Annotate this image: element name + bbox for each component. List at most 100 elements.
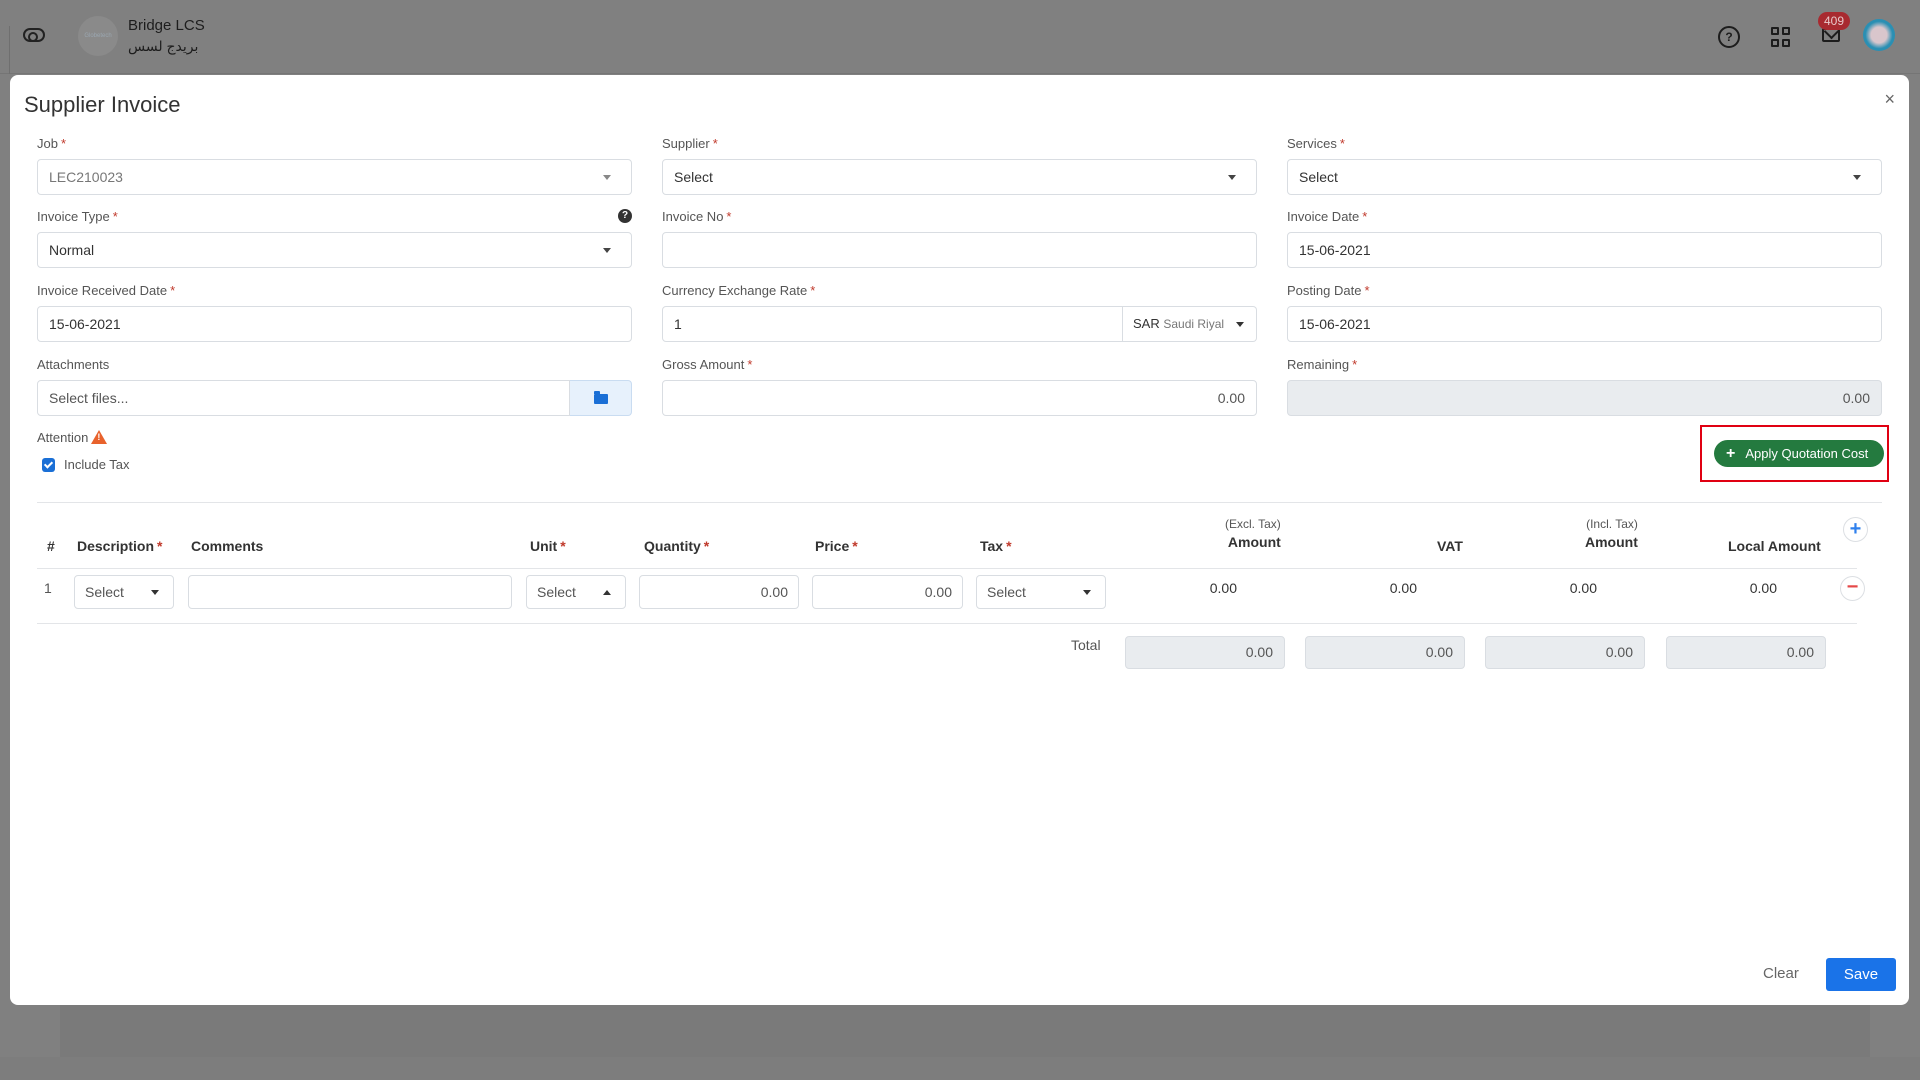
invoice-no-label: Invoice No *: [662, 209, 732, 224]
browse-files-button[interactable]: [570, 380, 632, 416]
remaining-input: 0.00: [1287, 380, 1882, 416]
total-local-amount: 0.00: [1666, 636, 1826, 669]
price-input[interactable]: 0.00: [812, 575, 963, 609]
close-icon[interactable]: ×: [1884, 89, 1895, 110]
background-panel: [60, 1005, 1870, 1057]
currency-select[interactable]: SAR Saudi Riyal: [1123, 306, 1257, 342]
chevron-down-icon: [1083, 590, 1091, 595]
sidebar-toggle-icon[interactable]: [23, 28, 45, 42]
services-select[interactable]: Select: [1287, 159, 1882, 195]
col-header-comments: Comments: [191, 538, 264, 554]
invoice-no-field: Invoice No *: [662, 208, 1257, 268]
gross-amount-input[interactable]: 0.00: [662, 380, 1257, 416]
invoice-date-label: Invoice Date *: [1287, 209, 1368, 224]
invoice-received-date-field: Invoice Received Date * 15-06-2021: [37, 282, 632, 342]
row-vat: 0.00: [1389, 580, 1417, 596]
clear-button[interactable]: Clear: [1763, 965, 1799, 982]
row-divider: [37, 623, 1857, 624]
row-index: 1: [44, 580, 52, 596]
col-header-description: Description *: [77, 538, 163, 554]
col-header-tax: Tax *: [980, 538, 1012, 554]
currency-input-group: 1 SAR Saudi Riyal: [662, 306, 1257, 342]
add-row-button[interactable]: +: [1843, 517, 1868, 542]
currency-exchange-rate-field: Currency Exchange Rate * 1 SAR Saudi Riya…: [662, 282, 1257, 342]
services-label: Services *: [1287, 136, 1345, 151]
total-amount-excl: 0.00: [1125, 636, 1285, 669]
col-header-local-amount: Local Amount: [1728, 538, 1821, 554]
mail-icon[interactable]: [1822, 28, 1840, 42]
remaining-field: Remaining * 0.00: [1287, 356, 1882, 416]
app-header: Globetech Bridge LCS بريدج لسس ? 409: [0, 0, 1920, 74]
folder-open-icon: [594, 391, 608, 404]
user-avatar[interactable]: [1863, 19, 1895, 51]
invoice-received-date-input[interactable]: 15-06-2021: [37, 306, 632, 342]
exchange-rate-input[interactable]: 1: [662, 306, 1123, 342]
company-name: Bridge LCS: [128, 17, 205, 34]
total-vat: 0.00: [1305, 636, 1465, 669]
col-header-price: Price *: [815, 538, 858, 554]
currency-exchange-rate-label: Currency Exchange Rate *: [662, 283, 816, 298]
invoice-date-input[interactable]: 15-06-2021: [1287, 232, 1882, 268]
help-icon[interactable]: ?: [1718, 26, 1740, 48]
apply-quotation-cost-button[interactable]: + Apply Quotation Cost: [1714, 440, 1884, 467]
supplier-select[interactable]: Select: [662, 159, 1257, 195]
col-header-unit: Unit *: [530, 538, 566, 554]
remove-row-button[interactable]: −: [1840, 576, 1865, 601]
row-local-amount: 0.00: [1749, 580, 1777, 596]
col-header-index: #: [47, 538, 55, 554]
col-header-amount-incl: (Incl. Tax) Amount: [1585, 517, 1638, 550]
checkbox-checked-icon[interactable]: [42, 457, 55, 472]
modal-title: Supplier Invoice: [24, 92, 181, 117]
attention-label: Attention: [37, 430, 108, 445]
question-circle-icon[interactable]: ?: [618, 209, 632, 223]
total-amount-incl: 0.00: [1485, 636, 1645, 669]
invoice-received-date-label: Invoice Received Date *: [37, 283, 176, 298]
invoice-date-field: Invoice Date * 15-06-2021: [1287, 208, 1882, 268]
background-footer: [0, 1057, 1920, 1080]
notification-badge: 409: [1818, 12, 1851, 30]
invoice-no-input[interactable]: [662, 232, 1257, 268]
attachments-input-group: Select files...: [37, 380, 632, 416]
company-logo: Globetech: [78, 16, 118, 56]
remaining-label: Remaining *: [1287, 357, 1358, 372]
divider: [9, 26, 10, 74]
save-button[interactable]: Save: [1826, 958, 1896, 991]
plus-icon: +: [1726, 445, 1736, 462]
invoice-type-select[interactable]: Normal: [37, 232, 632, 268]
row-amount-excl: 0.00: [1209, 580, 1237, 596]
include-tax-checkbox[interactable]: Include Tax: [42, 457, 130, 472]
supplier-invoice-modal: Supplier Invoice × Job * LEC210023 Suppli…: [10, 75, 1909, 1005]
chevron-down-icon: [1853, 175, 1861, 180]
invoice-type-field: Invoice Type *? Normal: [37, 208, 632, 268]
gross-amount-label: Gross Amount *: [662, 357, 753, 372]
col-header-vat: VAT: [1437, 538, 1463, 554]
quantity-input[interactable]: 0.00: [639, 575, 799, 609]
invoice-type-label: Invoice Type *?: [37, 208, 632, 226]
services-field: Services * Select: [1287, 135, 1882, 195]
chevron-up-icon: [603, 590, 611, 595]
include-tax-label: Include Tax: [64, 457, 130, 472]
attachments-label: Attachments: [37, 357, 110, 372]
chevron-down-icon: [1228, 175, 1236, 180]
description-select[interactable]: Select: [74, 575, 174, 609]
chevron-down-icon: [603, 248, 611, 253]
chevron-down-icon: [603, 175, 611, 180]
section-divider: [37, 502, 1882, 503]
chevron-down-icon: [151, 590, 159, 595]
supplier-field: Supplier * Select: [662, 135, 1257, 195]
tax-select[interactable]: Select: [976, 575, 1106, 609]
comments-textarea[interactable]: [188, 575, 512, 609]
warning-icon[interactable]: [91, 430, 108, 444]
col-header-amount-excl: (Excl. Tax) Amount: [1225, 517, 1281, 550]
chevron-down-icon: [1236, 322, 1244, 327]
total-label: Total: [1071, 637, 1101, 653]
col-header-quantity: Quantity *: [644, 538, 710, 554]
attachments-input[interactable]: Select files...: [37, 380, 570, 416]
attachments-field: Attachments Select files...: [37, 356, 632, 416]
posting-date-field: Posting Date * 15-06-2021: [1287, 282, 1882, 342]
posting-date-label: Posting Date *: [1287, 283, 1370, 298]
job-select[interactable]: LEC210023: [37, 159, 632, 195]
posting-date-input[interactable]: 15-06-2021: [1287, 306, 1882, 342]
unit-select[interactable]: Select: [526, 575, 626, 609]
apps-grid-icon[interactable]: [1770, 26, 1792, 48]
